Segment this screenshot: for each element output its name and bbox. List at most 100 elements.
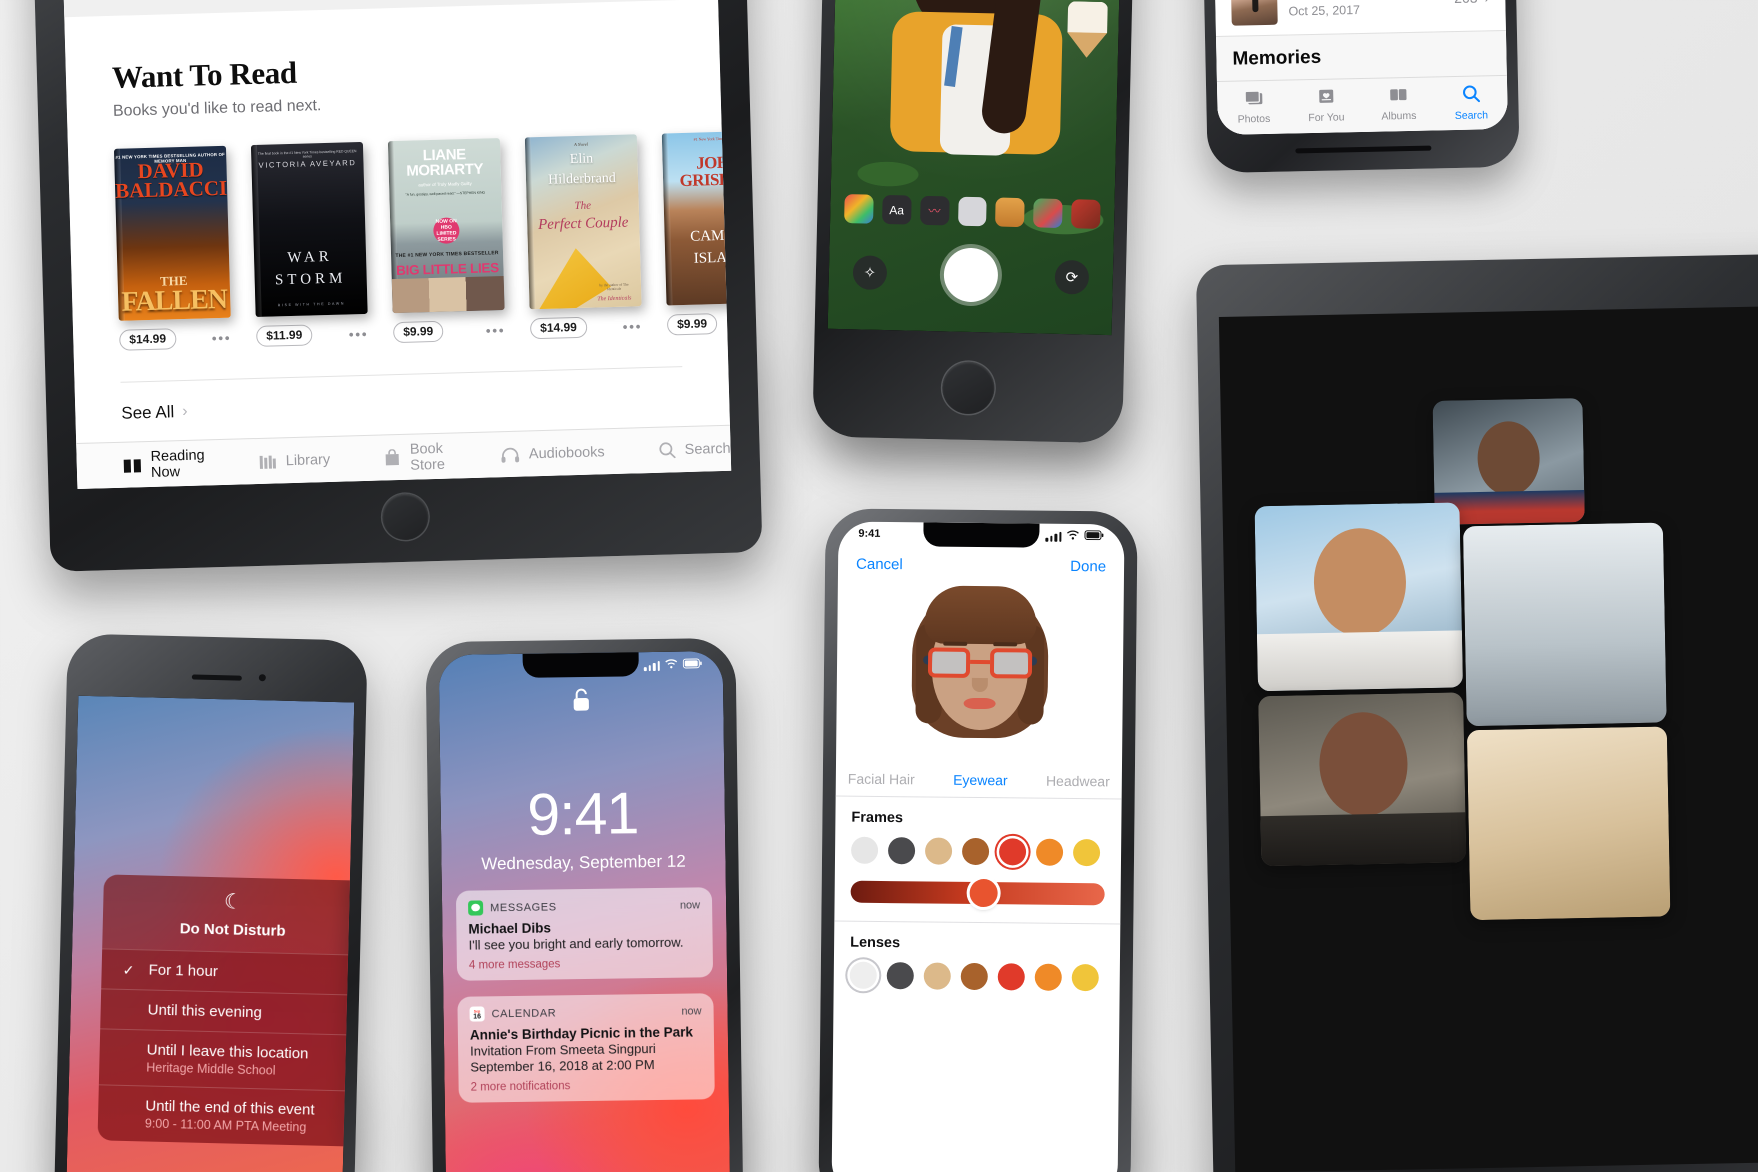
filters-icon[interactable]	[844, 194, 874, 224]
price-button[interactable]: $11.99	[255, 324, 313, 347]
tab-photos[interactable]: Photos	[1217, 80, 1291, 135]
facetime-tile-bottom-left[interactable]	[1258, 692, 1467, 867]
option-sublabel: Heritage Middle School	[146, 1060, 276, 1078]
book-card[interactable]: #1 New York Times Bestseller JOHN GRISHA…	[661, 130, 732, 336]
lens-right	[989, 648, 1033, 679]
option-sublabel: 9:00 - 11:00 AM PTA Meeting	[144, 1116, 307, 1135]
tab-search[interactable]: Search	[658, 440, 731, 459]
iphone-lockscreen-screen: 9:41 Wednesday, September 12 MESSAGES no…	[438, 651, 732, 1172]
frames-section: Frames	[834, 795, 1122, 867]
swatch-brown[interactable]	[960, 962, 988, 991]
swatch-dark-gray[interactable]	[887, 837, 916, 865]
book-cover-war-storm[interactable]: The final book in the #1 New York Times …	[250, 141, 368, 317]
shutter-button[interactable]	[943, 247, 999, 303]
see-all-link[interactable]: See All ›	[121, 388, 683, 424]
facetime-tile-corridor[interactable]	[1462, 522, 1667, 727]
tab-audiobooks[interactable]: Audiobooks	[501, 444, 605, 463]
status-time: 9:41	[858, 527, 881, 540]
swatch-orange[interactable]	[1035, 838, 1064, 866]
book-more-options-icon[interactable]: •••	[349, 325, 369, 342]
notification-body: I'll see you bright and early tomorrow.	[468, 934, 684, 953]
albums-icon	[1388, 87, 1408, 106]
cover-title-line-2: Perfect Couple	[537, 214, 629, 234]
notification-messages[interactable]: MESSAGES now Michael Dibs I'll see you b…	[455, 887, 714, 981]
cancel-button[interactable]: Cancel	[856, 556, 903, 573]
flip-camera-icon[interactable]: ⟳	[1054, 259, 1090, 295]
swatch-red-selected[interactable]	[998, 838, 1027, 866]
facetime-tile-bottom-right[interactable]	[1466, 726, 1671, 921]
iphone-photos-screen: San Jose, CA Oct 25, 2017 203 › Memories…	[1209, 0, 1508, 135]
tab-facial-hair[interactable]: Facial Hair	[848, 771, 915, 788]
swatch-clear-selected[interactable]	[849, 961, 877, 989]
notification-app-name: CALENDAR	[491, 1006, 557, 1020]
tab-label: Search	[1454, 109, 1489, 123]
book-card[interactable]: A Novel Elin Hilderbrand The Perfect Cou…	[524, 134, 643, 340]
tab-reading-now[interactable]: Reading Now	[122, 447, 205, 481]
dnd-option-for-1-hour[interactable]: ✓ For 1 hour	[101, 948, 355, 995]
book-more-options-icon[interactable]: •••	[212, 329, 232, 346]
price-button[interactable]: $9.99	[392, 320, 444, 344]
slider-knob[interactable]	[969, 878, 999, 908]
tab-label: Book Store	[409, 440, 446, 474]
book-cover-big-little-lies[interactable]: LIANE MORIARTY author of Truly Madly Gui…	[387, 138, 505, 314]
memoji-preview[interactable]	[836, 575, 1124, 774]
eyebrow-left	[943, 641, 968, 646]
book-meta: $9.99 •••	[392, 319, 506, 344]
imessage-apps-icon[interactable]	[1033, 198, 1063, 229]
tab-search[interactable]: Search	[1434, 76, 1508, 131]
price-button[interactable]: $9.99	[666, 313, 718, 336]
book-card[interactable]: LIANE MORIARTY author of Truly Madly Gui…	[387, 138, 506, 344]
book-card[interactable]: #1 NEW YORK TIMES BESTSELLING AUTHOR OF …	[113, 145, 232, 351]
tab-albums[interactable]: Albums	[1362, 77, 1436, 132]
swatch-brown[interactable]	[961, 837, 990, 866]
swatch-yellow[interactable]	[1072, 838, 1101, 867]
tab-library[interactable]: Library	[259, 451, 330, 469]
shopping-bag-icon	[384, 448, 401, 466]
stickers-icon[interactable]	[995, 197, 1025, 228]
book-cover-camino-island[interactable]: #1 New York Times Bestseller JOHN GRISHA…	[661, 130, 732, 306]
dnd-option-until-i-leave-location[interactable]: Until I leave this location Heritage Mid…	[98, 1028, 355, 1091]
tab-headwear[interactable]: Headwear	[1046, 773, 1110, 790]
tab-book-store[interactable]: Book Store	[384, 440, 448, 474]
swatch-yellow[interactable]	[1071, 963, 1099, 992]
tab-label: Search	[684, 440, 731, 458]
book-more-options-icon[interactable]: •••	[622, 318, 642, 335]
moon-icon: ☾	[223, 890, 244, 914]
book-card[interactable]: The final book in the #1 New York Times …	[250, 141, 369, 347]
cover-author-last: Hilderbrand	[547, 170, 617, 188]
notification-more-count[interactable]: 4 more messages	[469, 956, 701, 971]
swatch-orange[interactable]	[1034, 963, 1062, 991]
animoji-icon[interactable]	[957, 196, 988, 227]
cover-kicker: A Novel	[573, 141, 589, 148]
effects-star-icon[interactable]: ✧	[852, 255, 888, 291]
price-button[interactable]: $14.99	[119, 328, 177, 351]
memoji-icon[interactable]	[1071, 199, 1101, 229]
notification-more-count[interactable]: 2 more notifications	[471, 1078, 703, 1093]
notification-header: MESSAGES now	[468, 897, 700, 916]
facetime-tile-large-left[interactable]	[1254, 502, 1464, 692]
notification-app-name: MESSAGES	[490, 900, 557, 914]
dnd-option-until-end-of-event[interactable]: Until the end of this event 9:00 - 11:00…	[97, 1084, 355, 1147]
done-button[interactable]: Done	[1070, 558, 1106, 575]
swatch-red[interactable]	[997, 963, 1025, 991]
swatch-tan[interactable]	[924, 837, 953, 865]
swatch-tan[interactable]	[923, 962, 951, 990]
frames-shade-slider[interactable]	[850, 878, 1105, 908]
book-cover-the-perfect-couple[interactable]: A Novel Elin Hilderbrand The Perfect Cou…	[524, 134, 642, 310]
notification-calendar[interactable]: Sep 16 CALENDAR now Annie's Birthday Pic…	[457, 993, 715, 1103]
text-icon[interactable]: Aa	[881, 194, 912, 225]
ipad-facetime-device	[1195, 250, 1758, 1172]
book-more-options-icon[interactable]: •••	[485, 322, 505, 339]
swatch-white[interactable]	[850, 836, 879, 864]
book-shelf: #1 NEW YORK TIMES BESTSELLING AUTHOR OF …	[113, 130, 732, 351]
shapes-icon[interactable]: 〰	[919, 195, 950, 226]
battery-icon	[1084, 530, 1104, 543]
notification-body-2: September 16, 2018 at 2:00 PM	[470, 1057, 655, 1075]
swatch-dark-gray[interactable]	[886, 962, 914, 990]
tab-for-you[interactable]: For You	[1289, 79, 1363, 134]
price-button[interactable]: $14.99	[529, 316, 588, 340]
dnd-option-until-this-evening[interactable]: Until this evening	[100, 988, 355, 1035]
book-cover-the-fallen[interactable]: #1 NEW YORK TIMES BESTSELLING AUTHOR OF …	[113, 145, 231, 321]
ipad-screen: 47% ••• 43% ••• 25% Want To Read Books y…	[63, 0, 732, 490]
tab-eyewear[interactable]: Eyewear	[953, 772, 1008, 789]
